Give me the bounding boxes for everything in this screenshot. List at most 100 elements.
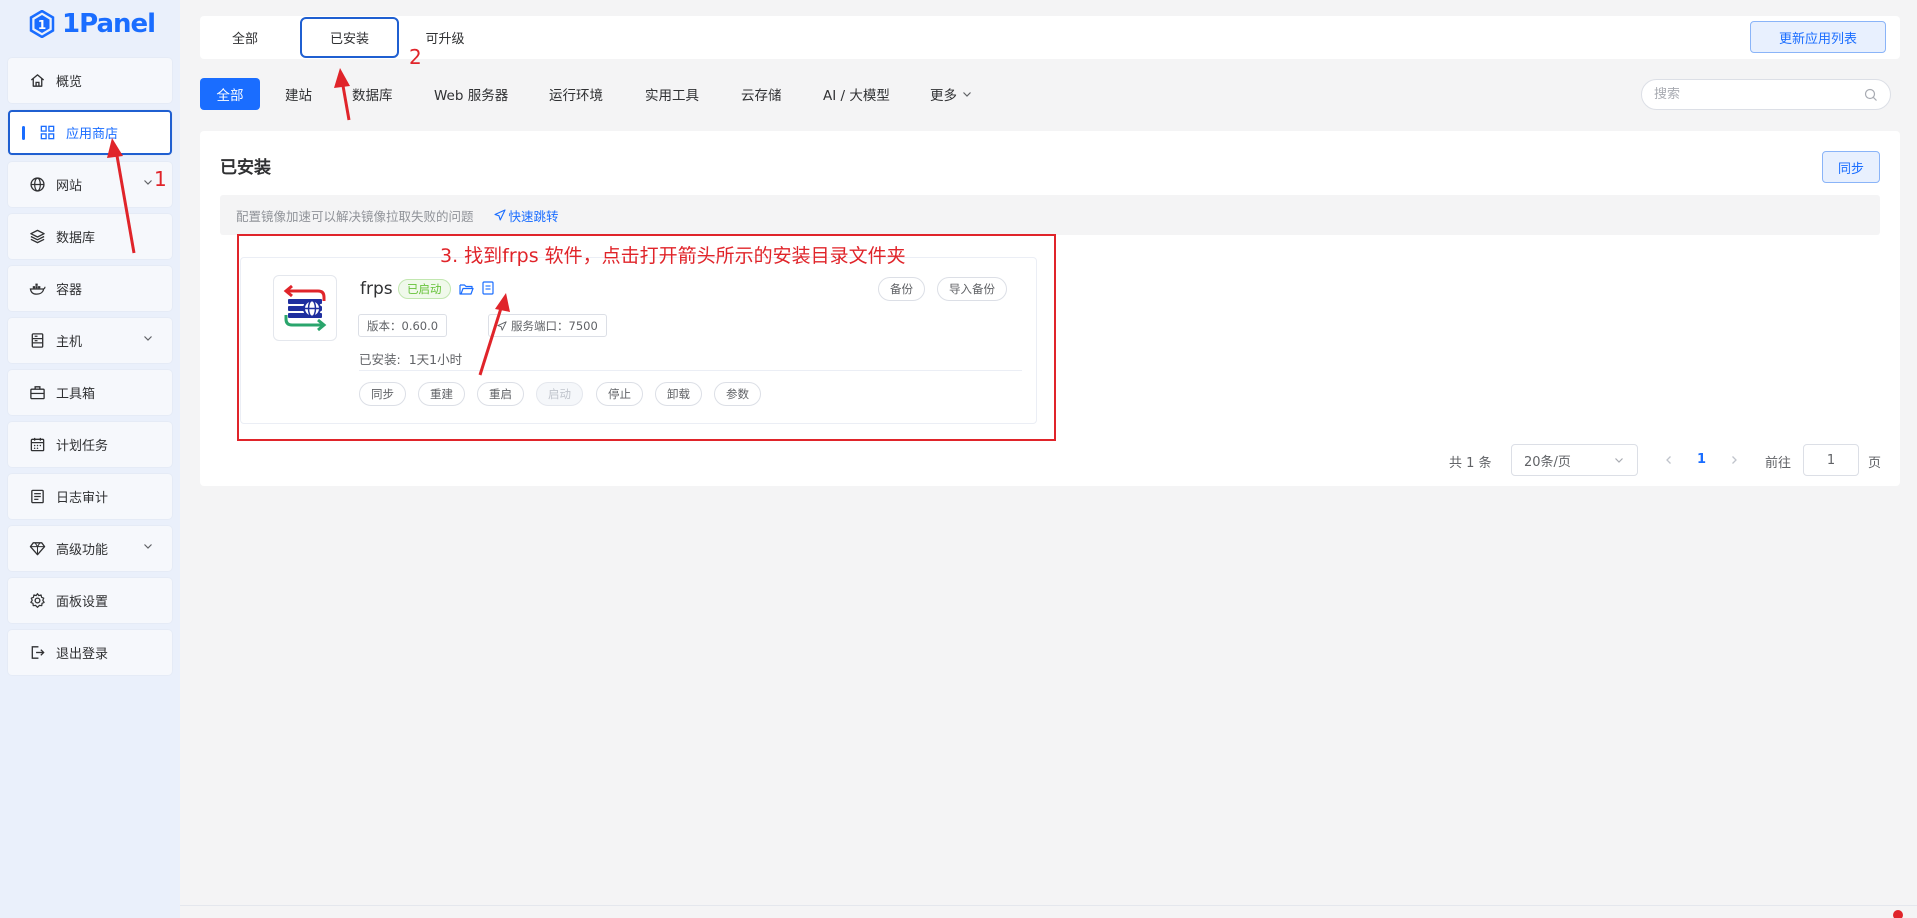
tab-label: 已安装: [329, 32, 369, 47]
chevron-down-icon: [144, 544, 152, 549]
app-name: frps: [360, 279, 393, 299]
category-tools[interactable]: 实用工具: [645, 78, 699, 110]
pagination-total: 共 1 条: [1449, 456, 1492, 471]
button-label: 同步: [371, 387, 394, 401]
gear-icon: [28, 592, 46, 610]
category-label: 全部: [216, 88, 244, 104]
category-database[interactable]: 数据库: [352, 78, 393, 110]
installed-duration: 已安装: 1天1小时: [359, 349, 462, 368]
sidebar-item-website[interactable]: 网站: [8, 162, 172, 207]
category-web-server[interactable]: Web 服务器: [434, 78, 508, 110]
uninstall-button[interactable]: 卸载: [655, 382, 702, 406]
goto-page-input[interactable]: [1803, 444, 1859, 476]
refresh-app-list-button[interactable]: 更新应用列表: [1750, 21, 1886, 53]
search-icon[interactable]: [1864, 88, 1878, 102]
app-card-frps: frps 已启动 备份 导入备份 版本：0.60.0 服务端口：7500 已安装…: [240, 257, 1037, 424]
category-label: 实用工具: [645, 88, 699, 104]
stop-button[interactable]: 停止: [596, 382, 643, 406]
apps-grid-icon: [38, 124, 56, 142]
category-label: 建站: [285, 88, 312, 104]
brand-name: 1Panel: [62, 9, 156, 39]
sidebar-item-label: 工具箱: [56, 387, 96, 402]
sidebar-item-host[interactable]: 主机: [8, 318, 172, 363]
mirror-notice: 配置镜像加速可以解决镜像拉取失败的问题 快速跳转: [220, 195, 1880, 235]
installed-duration-value: 1天1小时: [408, 352, 463, 367]
category-label: 更多: [930, 88, 957, 104]
params-button[interactable]: 参数: [714, 382, 761, 406]
sidebar-item-logout[interactable]: 退出登录: [8, 630, 172, 675]
category-website[interactable]: 建站: [285, 78, 312, 110]
next-page-icon[interactable]: [1728, 454, 1740, 466]
frps-app-icon: [273, 275, 337, 341]
diamond-icon: [28, 540, 46, 558]
page-title: 已安装: [220, 158, 271, 178]
page-number-current[interactable]: 1: [1697, 452, 1706, 467]
sidebar-item-advanced[interactable]: 高级功能: [8, 526, 172, 571]
sidebar-item-log-audit[interactable]: 日志审计: [8, 474, 172, 519]
button-label: 重启: [489, 387, 512, 401]
version-tag: 版本：0.60.0: [358, 314, 448, 337]
sidebar-item-label: 网站: [56, 179, 83, 194]
sync-button[interactable]: 同步: [1822, 151, 1880, 183]
sidebar-item-label: 退出登录: [56, 647, 109, 662]
page-size-select[interactable]: 20条/页: [1511, 444, 1638, 476]
sidebar-item-label: 主机: [56, 335, 83, 350]
status-badge: 已启动: [398, 279, 451, 299]
notification-dot: [1893, 910, 1903, 918]
search-box[interactable]: [1641, 79, 1891, 110]
tab-label: 可升级: [425, 32, 465, 47]
button-label: 卸载: [667, 387, 690, 401]
search-input[interactable]: [1654, 87, 1864, 102]
sidebar-item-label: 概览: [56, 75, 83, 90]
goto-prefix: 前往: [1765, 456, 1792, 471]
chevron-down-icon: [144, 336, 152, 341]
button-label: 参数: [726, 387, 749, 401]
annotation-step-1: 1: [154, 167, 167, 191]
button-label: 备份: [890, 282, 913, 296]
active-indicator: [22, 126, 25, 140]
prev-page-icon[interactable]: [1663, 454, 1675, 466]
quick-jump-link[interactable]: 快速跳转: [493, 206, 559, 225]
category-runtime[interactable]: 运行环境: [549, 78, 603, 110]
category-ai[interactable]: AI / 大模型: [823, 78, 890, 110]
link-label: 快速跳转: [508, 208, 559, 224]
rebuild-button[interactable]: 重建: [418, 382, 465, 406]
layers-icon: [28, 228, 46, 246]
button-label: 导入备份: [949, 282, 995, 296]
brand-logo[interactable]: 1 1Panel: [28, 8, 156, 40]
tag-label: 服务端口：7500: [511, 318, 598, 333]
annotation-step-2: 2: [409, 45, 422, 69]
sidebar-item-database[interactable]: 数据库: [8, 214, 172, 259]
sidebar-item-cron[interactable]: 计划任务: [8, 422, 172, 467]
sidebar-item-settings[interactable]: 面板设置: [8, 578, 172, 623]
tab-installed[interactable]: 已安装: [300, 17, 399, 58]
start-button[interactable]: 启动: [536, 382, 583, 406]
sidebar-item-overview[interactable]: 概览: [8, 58, 172, 103]
restart-button[interactable]: 重启: [477, 382, 524, 406]
port-tag[interactable]: 服务端口：7500: [488, 314, 607, 337]
sidebar-item-toolbox[interactable]: 工具箱: [8, 370, 172, 415]
sidebar-item-label: 计划任务: [56, 439, 109, 454]
button-label: 停止: [608, 387, 631, 401]
sync-app-button[interactable]: 同步: [359, 382, 406, 406]
divider: [359, 370, 1022, 371]
button-label: 更新应用列表: [1778, 31, 1857, 47]
backup-button[interactable]: 备份: [878, 277, 925, 301]
footer-divider: [180, 905, 1917, 906]
sidebar-item-container[interactable]: 容器: [8, 266, 172, 311]
toolbox-icon: [28, 384, 46, 402]
server-icon: [28, 332, 46, 350]
category-label: Web 服务器: [434, 88, 509, 104]
category-all[interactable]: 全部: [200, 78, 260, 110]
category-storage[interactable]: 云存储: [741, 78, 782, 110]
chevron-down-icon: [963, 92, 971, 97]
tag-label: 版本：0.60.0: [367, 318, 439, 333]
notice-text: 配置镜像加速可以解决镜像拉取失败的问题: [236, 208, 474, 224]
sidebar-item-app-store[interactable]: 应用商店: [8, 110, 172, 155]
tab-all[interactable]: 全部: [210, 16, 280, 59]
document-icon[interactable]: [482, 281, 494, 295]
category-more[interactable]: 更多: [930, 78, 973, 110]
import-backup-button[interactable]: 导入备份: [937, 277, 1007, 301]
folder-open-icon[interactable]: [459, 282, 474, 296]
sidebar-item-label: 高级功能: [56, 543, 109, 558]
